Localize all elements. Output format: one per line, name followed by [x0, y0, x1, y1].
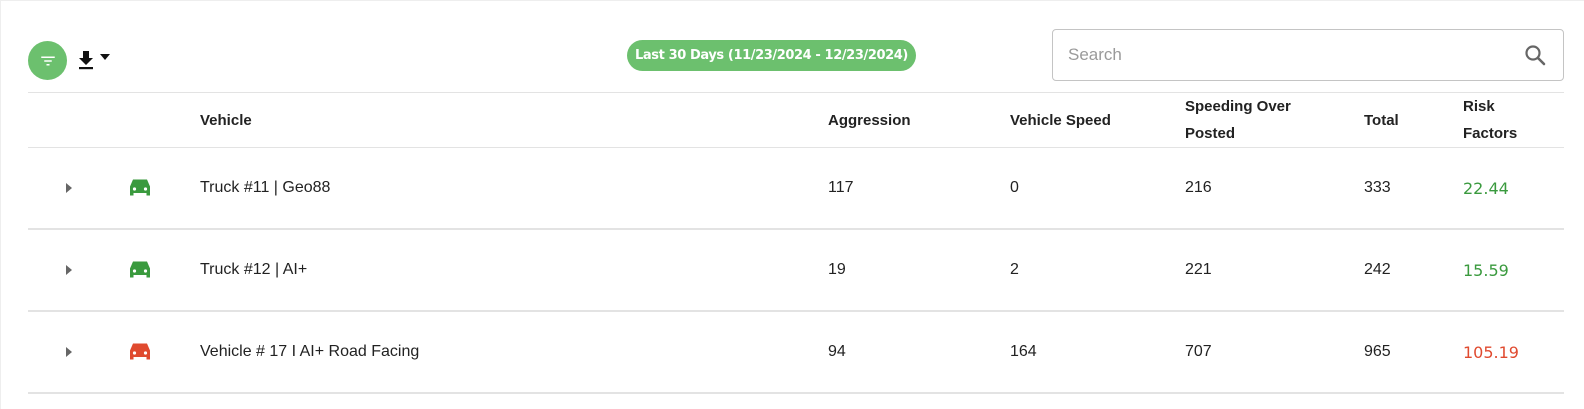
column-header-speeding-over-posted[interactable]: Speeding Over Posted	[1185, 93, 1305, 147]
table-row[interactable]: Vehicle # 17 I AI+ Road Facing 94 164 70…	[28, 312, 1564, 394]
filter-list-icon	[40, 56, 55, 65]
table-header: Vehicle Aggression Vehicle Speed Speedin…	[28, 92, 1564, 148]
vehicle-speed-value: 164	[1010, 343, 1037, 360]
vehicle-status	[128, 148, 152, 228]
car-icon	[130, 261, 150, 278]
vehicle-name: Truck #11 | Geo88	[200, 179, 331, 196]
chevron-right-icon	[66, 183, 72, 193]
chevron-right-icon	[66, 347, 72, 357]
total-value: 242	[1364, 261, 1391, 278]
vehicle-speed-value: 0	[1010, 179, 1019, 196]
caret-down-icon	[100, 54, 110, 60]
car-icon	[130, 179, 150, 196]
search-field[interactable]	[1052, 29, 1564, 81]
table-row[interactable]: Truck #11 | Geo88 117 0 216 333 22.44	[28, 148, 1564, 230]
aggression-value: 117	[828, 179, 854, 196]
search-input[interactable]	[1068, 30, 1508, 80]
column-header-vehicle-speed[interactable]: Vehicle Speed	[1010, 93, 1111, 147]
car-icon	[130, 343, 150, 360]
speeding-over-posted-value: 707	[1185, 343, 1212, 360]
speeding-over-posted-value: 221	[1185, 261, 1212, 278]
download-menu-button[interactable]	[76, 48, 112, 72]
speeding-over-posted-value: 216	[1185, 179, 1212, 196]
risk-factors-value: 22.44	[1463, 178, 1509, 198]
risk-factors-value: 15.59	[1463, 260, 1509, 280]
total-value: 965	[1364, 343, 1391, 360]
download-icon	[79, 51, 93, 70]
expand-row-button[interactable]	[62, 148, 76, 228]
column-header-vehicle[interactable]: Vehicle	[200, 93, 252, 147]
risk-factors-value: 105.19	[1463, 342, 1519, 362]
column-header-risk-factors[interactable]: Risk Factors	[1463, 93, 1533, 147]
report-panel: Last 30 Days (11/23/2024 - 12/23/2024) V…	[0, 0, 1584, 409]
search-icon[interactable]	[1523, 43, 1547, 67]
column-header-total[interactable]: Total	[1364, 93, 1399, 147]
aggression-value: 19	[828, 261, 846, 278]
date-range-chip[interactable]: Last 30 Days (11/23/2024 - 12/23/2024)	[627, 40, 916, 71]
vehicle-speed-value: 2	[1010, 261, 1019, 278]
total-value: 333	[1364, 179, 1391, 196]
expand-row-button[interactable]	[62, 230, 76, 310]
vehicle-name: Truck #12 | AI+	[200, 261, 308, 278]
column-header-aggression[interactable]: Aggression	[828, 93, 911, 147]
vehicle-status	[128, 312, 152, 392]
table-row[interactable]: Truck #12 | AI+ 19 2 221 242 15.59	[28, 230, 1564, 312]
vehicle-status	[128, 230, 152, 310]
filter-button[interactable]	[28, 41, 67, 80]
risk-table: Vehicle Aggression Vehicle Speed Speedin…	[28, 92, 1564, 394]
vehicle-name: Vehicle # 17 I AI+ Road Facing	[200, 343, 420, 360]
chevron-right-icon	[66, 265, 72, 275]
expand-row-button[interactable]	[62, 312, 76, 392]
aggression-value: 94	[828, 343, 846, 360]
